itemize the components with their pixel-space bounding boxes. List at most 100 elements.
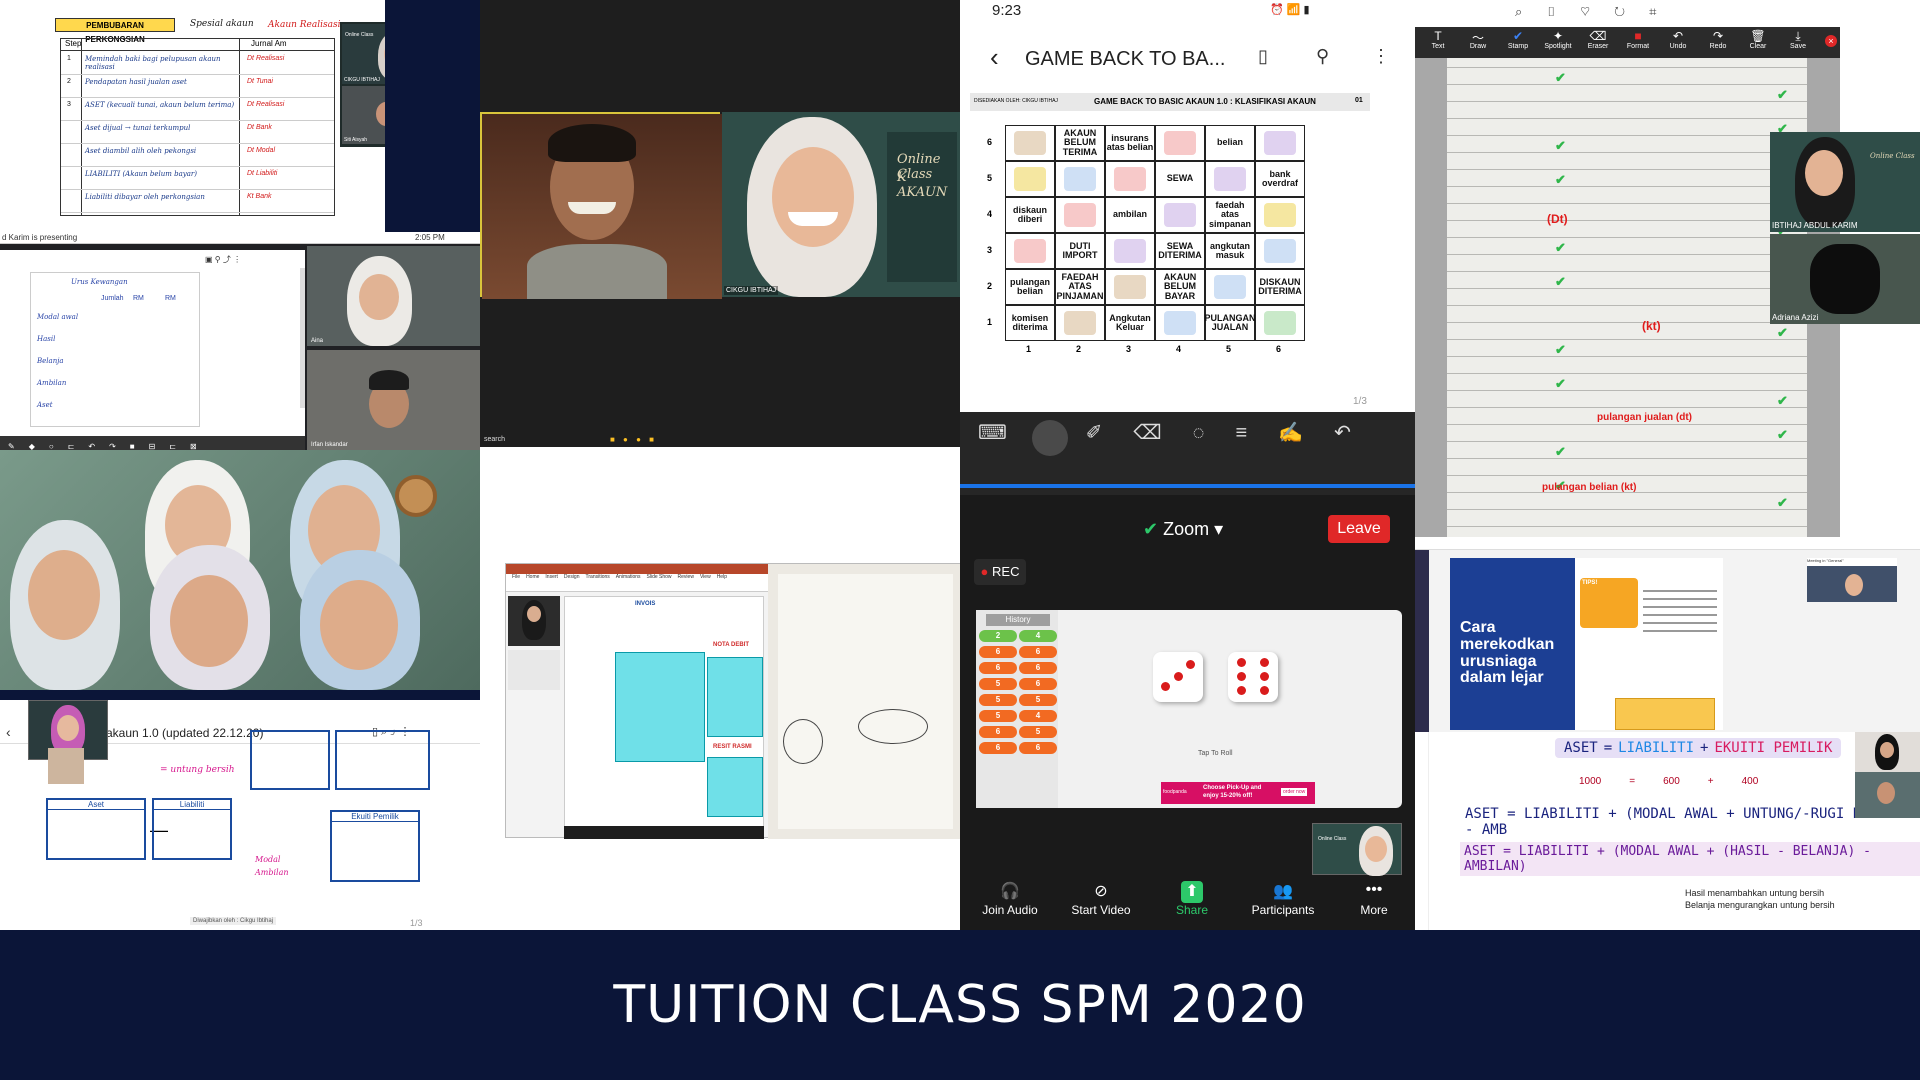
game-cell[interactable]: [1155, 197, 1205, 233]
game-cell[interactable]: [1255, 125, 1305, 161]
game-cell[interactable]: [1255, 233, 1305, 269]
back-button[interactable]: ‹: [6, 724, 11, 740]
zoom-tool-share[interactable]: ⬆ Share: [1152, 881, 1232, 917]
annotate-tool-redo[interactable]: ↷ Redo: [1699, 29, 1737, 50]
cell-picture-icon: [1264, 131, 1296, 155]
game-cell[interactable]: SEWA DITERIMA: [1155, 233, 1205, 269]
ppt-menu-item[interactable]: Insert: [545, 574, 558, 580]
cell-picture-icon: [1014, 131, 1046, 155]
game-cell[interactable]: insurans atas belian: [1105, 125, 1155, 161]
game-cell[interactable]: angkutan masuk: [1205, 233, 1255, 269]
annotate-tool-save[interactable]: ⤓ Save: [1779, 29, 1817, 50]
game-cell[interactable]: [1005, 125, 1055, 161]
history-value: 5: [1019, 694, 1057, 706]
ppt-menu-item[interactable]: Transitions: [586, 574, 610, 580]
tile-game-board: 9:23 ⏰ 📶 ▮ ‹ GAME BACK TO BA... ▯ ⚲ ⋮ DI…: [960, 0, 1415, 495]
game-cell[interactable]: DISKAUN DITERIMA: [1255, 269, 1305, 305]
whiteboard[interactable]: ▣ ⚲ ⤴ ⋮ Urus Kewangan Modal awal Hasil Bel…: [0, 250, 305, 436]
annotate-tool-format[interactable]: ■ Format: [1619, 29, 1657, 50]
annotate-toolbar[interactable]: T Text 〜 Draw ✔ Stamp ✦ Spotlight ⌫ Eraser ■ Format…: [1415, 27, 1840, 58]
tile-name: Aina: [311, 338, 324, 344]
game-cell[interactable]: [1105, 269, 1155, 305]
annotate-tool-text[interactable]: T Text: [1419, 29, 1457, 50]
zoom-tool-start-video[interactable]: ⊘ Start Video: [1061, 881, 1141, 917]
close-icon[interactable]: ×: [1825, 35, 1837, 47]
back-arrow-icon[interactable]: ‹: [990, 42, 999, 73]
zoom-title[interactable]: ✔ Zoom ▾: [1143, 519, 1223, 540]
game-cell[interactable]: faedah atas simpanan: [1205, 197, 1255, 233]
game-cell[interactable]: diskaun diberi: [1005, 197, 1055, 233]
game-cell[interactable]: FAEDAH ATAS PINJAMAN: [1055, 269, 1105, 305]
game-cell[interactable]: [1155, 305, 1205, 341]
ppt-menu-item[interactable]: File: [512, 574, 520, 580]
die-1[interactable]: [1153, 652, 1203, 702]
teams-rail[interactable]: [1415, 550, 1429, 732]
annot-dt: (Dt): [1547, 212, 1568, 226]
game-cell[interactable]: DUTI IMPORT: [1055, 233, 1105, 269]
ppt-menu-item[interactable]: Review: [678, 574, 694, 580]
game-cell[interactable]: AKAUN BELUM BAYAR: [1155, 269, 1205, 305]
game-cell[interactable]: komisen diterima: [1005, 305, 1055, 341]
taskbar-top: search ■ ● ● ■: [480, 435, 960, 447]
game-cell[interactable]: [1255, 197, 1305, 233]
zoom-tool-join-audio[interactable]: 🎧 Join Audio: [970, 881, 1050, 917]
annot-pulangan-belian: pulangan belian (kt): [1542, 482, 1637, 493]
game-cell[interactable]: [1205, 269, 1255, 305]
game-cell[interactable]: [1055, 161, 1105, 197]
annotate-tool-icon: ↶: [1672, 29, 1684, 43]
game-cell[interactable]: pulangan belian: [1005, 269, 1055, 305]
ppt-menu-item[interactable]: Home: [526, 574, 539, 580]
game-cell[interactable]: ambilan: [1105, 197, 1155, 233]
more-icon[interactable]: ⋮: [1372, 46, 1390, 67]
pen-toolbar[interactable]: ⌨✎✐⌫◌≡✍↶: [960, 412, 1415, 495]
app-bar: ‹ GAME BACK TO BA... ▯ ⚲ ⋮: [960, 38, 1415, 78]
annotation-toolbar[interactable]: ✎◆○⊏↶↷■⊟⊏⊠: [0, 436, 305, 450]
die-2[interactable]: [1228, 652, 1278, 702]
game-cell[interactable]: bank overdraf: [1255, 161, 1305, 197]
pen-tools[interactable]: ⌨✎✐⌫◌≡✍↶: [960, 420, 1415, 445]
viewer-icons[interactable]: ⌕▯♡↻⌗: [1515, 4, 1680, 20]
game-cell[interactable]: [1005, 161, 1055, 197]
ppt-menu-item[interactable]: View: [700, 574, 711, 580]
game-cell[interactable]: [1055, 305, 1105, 341]
game-cell[interactable]: AKAUN BELUM TERIMA: [1055, 125, 1105, 161]
attach-icon[interactable]: ⚲: [1316, 46, 1329, 67]
game-cell[interactable]: PULANGAN JUALAN: [1205, 305, 1256, 341]
ppt-menu-item[interactable]: Help: [717, 574, 727, 580]
cell-label: faedah atas simpanan: [1208, 199, 1251, 229]
zoom-tool-participants[interactable]: 👥 Participants: [1243, 881, 1323, 917]
resit-doc: [707, 757, 763, 817]
leave-button[interactable]: Leave: [1328, 515, 1390, 543]
game-cell[interactable]: [1055, 197, 1105, 233]
ppt-menu-item[interactable]: Animations: [616, 574, 641, 580]
game-cell[interactable]: [1255, 305, 1305, 341]
book-icon[interactable]: ▯: [1258, 46, 1268, 67]
col-label: 5: [1226, 344, 1232, 354]
game-cell[interactable]: [1105, 161, 1155, 197]
ppt-menu-item[interactable]: Design: [564, 574, 580, 580]
annotate-tool-spotlight[interactable]: ✦ Spotlight: [1539, 29, 1577, 50]
annotate-tool-eraser[interactable]: ⌫ Eraser: [1579, 29, 1617, 50]
history-value: 6: [979, 742, 1017, 754]
game-cell[interactable]: [1005, 233, 1055, 269]
zoom-tool-more[interactable]: ••• More: [1334, 881, 1414, 917]
annotate-tool-draw[interactable]: 〜 Draw: [1459, 29, 1497, 50]
footer-title: TUITION CLASS SPM 2020: [613, 975, 1307, 1035]
game-cell[interactable]: Angkutan Keluar: [1105, 305, 1155, 341]
game-cell[interactable]: belian: [1205, 125, 1255, 161]
game-cell[interactable]: [1105, 233, 1155, 269]
game-cell[interactable]: SEWA: [1155, 161, 1205, 197]
game-cell[interactable]: [1155, 125, 1205, 161]
row-text: Memindah baki bagi pelupusan akaun reali…: [85, 55, 221, 71]
game-cell[interactable]: [1205, 161, 1255, 197]
dice-screen[interactable]: History 2466665655546566 Tap To Roll foo…: [976, 610, 1402, 808]
annotate-tool-clear[interactable]: 🗑 Clear: [1739, 29, 1777, 50]
annotate-tool-undo[interactable]: ↶ Undo: [1659, 29, 1697, 50]
tap-to-roll[interactable]: Tap To Roll: [1198, 750, 1233, 757]
ppt-menu-item[interactable]: Slide Show: [647, 574, 672, 580]
annotate-tool-stamp[interactable]: ✔ Stamp: [1499, 29, 1537, 50]
sheet-left: DISEDIAKAN OLEH: CIKGU IBTIHAJ: [974, 98, 1058, 104]
ad-button[interactable]: order now: [1281, 788, 1308, 796]
ad-banner[interactable]: foodpanda Choose Pick-Up and enjoy 15-20…: [1161, 782, 1315, 804]
tile-teams-slide: Cara merekodkan urusniaga dalam lejar TI…: [1415, 540, 1920, 732]
